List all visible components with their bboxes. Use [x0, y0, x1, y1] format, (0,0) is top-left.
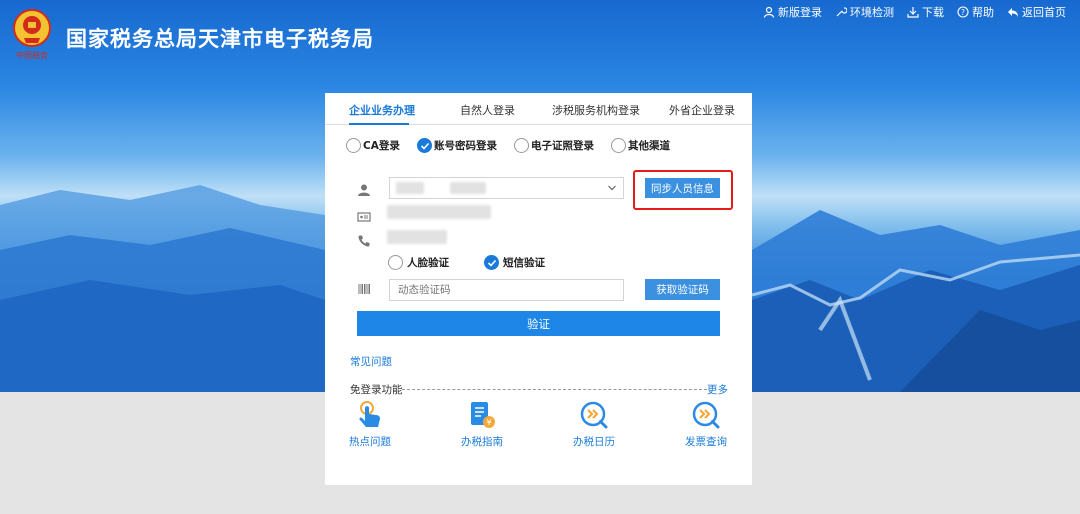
quick-label: 热点问题: [349, 436, 391, 448]
svg-text:¥: ¥: [486, 418, 491, 427]
back-arrow-icon: [1008, 8, 1018, 17]
tap-hand-icon: [359, 401, 381, 427]
nav-label: 帮助: [972, 6, 994, 19]
radio-other-channel[interactable]: 其他渠道: [611, 138, 670, 153]
quick-label: 发票查询: [685, 436, 727, 448]
radio-ca-login[interactable]: CA登录: [346, 138, 400, 153]
tab-individual[interactable]: 自然人登录: [460, 102, 515, 118]
id-card-icon: [357, 209, 371, 223]
nav-label: 返回首页: [1022, 6, 1066, 19]
svg-text:?: ?: [961, 8, 965, 17]
radio-e-license-login[interactable]: 电子证照登录: [514, 138, 594, 153]
account-select[interactable]: [389, 177, 624, 199]
highlight-box: [633, 170, 733, 210]
tab-enterprise[interactable]: 企业业务办理: [349, 102, 415, 118]
site-title: 国家税务总局天津市电子税务局: [66, 27, 374, 51]
radio-circle: [417, 138, 432, 153]
nav-home[interactable]: 返回首页: [1007, 4, 1066, 20]
login-tabs: 企业业务办理 自然人登录 涉税服务机构登录 外省企业登录: [325, 93, 752, 125]
divider: [402, 389, 707, 390]
radio-circle: [388, 255, 403, 270]
top-nav: 新版登录 环境检测 下载 ? 帮助 返回首页: [763, 4, 1066, 20]
invoice-search-icon: [692, 401, 720, 429]
radio-circle: [346, 138, 361, 153]
barcode-icon: [357, 281, 371, 295]
radio-label: 短信验证: [503, 257, 545, 269]
get-code-button[interactable]: 获取验证码: [645, 279, 720, 300]
radio-circle: [611, 138, 626, 153]
calendar-chevron-icon: [580, 401, 608, 429]
user-icon: [763, 6, 775, 18]
quick-label: 办税指南: [461, 436, 503, 448]
help-icon: ?: [957, 6, 969, 18]
masked-id-number: [387, 205, 491, 219]
nav-new-login[interactable]: 新版登录: [763, 4, 822, 20]
radio-label: 其他渠道: [628, 140, 670, 152]
radio-label: 账号密码登录: [434, 140, 497, 152]
quick-tax-guide[interactable]: ¥ 办税指南: [452, 399, 512, 449]
radio-password-login[interactable]: 账号密码登录: [417, 138, 497, 153]
free-login-label: 免登录功能: [350, 384, 403, 396]
nav-label: 新版登录: [778, 6, 822, 19]
person-icon: [357, 182, 371, 196]
quick-hot-issues[interactable]: 热点问题: [340, 399, 400, 449]
radio-label: 人脸验证: [407, 257, 449, 269]
tab-other-province[interactable]: 外省企业登录: [669, 102, 735, 118]
chevron-down-icon: [608, 185, 616, 191]
tab-tax-agency[interactable]: 涉税服务机构登录: [552, 102, 640, 118]
more-link[interactable]: 更多: [707, 382, 728, 397]
wrench-icon: [836, 7, 847, 17]
logo-subtitle: 中国税务: [16, 51, 48, 60]
radio-label: 电子证照登录: [531, 140, 594, 152]
radio-sms-verify[interactable]: 短信验证: [484, 255, 545, 270]
nav-label: 下载: [922, 6, 944, 19]
quick-invoice-query[interactable]: 发票查询: [676, 399, 736, 449]
tax-emblem-icon: [13, 9, 51, 47]
nav-help[interactable]: ? 帮助: [957, 4, 994, 20]
radio-label: CA登录: [363, 140, 400, 152]
masked-phone-number: [387, 230, 447, 244]
radio-face-verify[interactable]: 人脸验证: [388, 255, 449, 270]
sms-code-input[interactable]: [389, 279, 624, 301]
quick-tax-calendar[interactable]: 办税日历: [564, 399, 624, 449]
free-login-header: 免登录功能 更多: [350, 382, 728, 396]
phone-icon: [357, 233, 371, 247]
download-icon: [907, 7, 919, 18]
radio-circle: [514, 138, 529, 153]
verify-submit-button[interactable]: 验证: [357, 311, 720, 336]
nav-label: 环境检测: [850, 6, 894, 19]
nav-env-check[interactable]: 环境检测: [835, 4, 894, 20]
checkmark-icon: [420, 142, 429, 150]
nav-download[interactable]: 下载: [907, 4, 944, 20]
guide-book-icon: ¥: [471, 402, 495, 428]
radio-circle: [484, 255, 499, 270]
faq-link[interactable]: 常见问题: [350, 354, 392, 369]
active-tab-indicator: [349, 123, 409, 125]
login-panel: 企业业务办理 自然人登录 涉税服务机构登录 外省企业登录 CA登录 账号密码登录…: [325, 93, 752, 485]
quick-label: 办税日历: [573, 436, 615, 448]
checkmark-icon: [487, 259, 496, 267]
